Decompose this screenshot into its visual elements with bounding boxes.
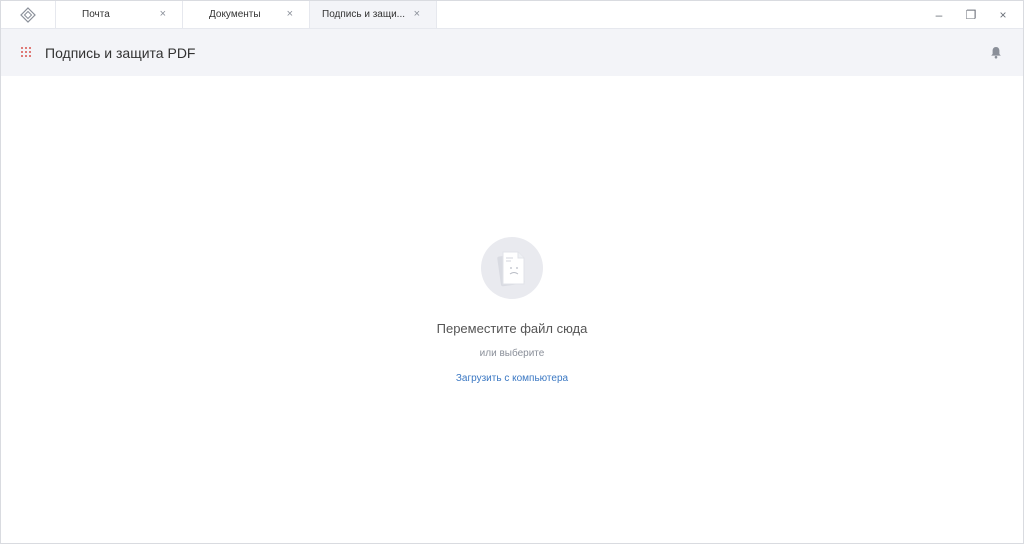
tab-documents[interactable]: Документы × xyxy=(183,1,310,28)
tab-close-icon[interactable]: × xyxy=(414,9,420,20)
window-controls: – ❐ × xyxy=(923,1,1023,28)
tab-label: Почта xyxy=(82,9,110,20)
app-header: Подпись и защита PDF xyxy=(1,29,1023,76)
page-title: Подпись и защита PDF xyxy=(45,44,196,61)
tab-close-icon[interactable]: × xyxy=(287,9,293,20)
title-bar-drag-area[interactable] xyxy=(437,1,923,28)
drop-file-title: Переместите файл сюда xyxy=(436,321,588,336)
restore-button[interactable]: ❐ xyxy=(955,1,987,29)
upload-from-computer-link[interactable]: Загрузить с компьютера xyxy=(456,373,568,384)
notifications-bell-icon[interactable] xyxy=(989,46,1003,60)
drop-zone[interactable]: Переместите файл сюда или выберите Загру… xyxy=(1,77,1023,543)
app-window: Почта × Документы × Подпись и защи... × … xyxy=(0,0,1024,544)
app-logo-icon[interactable] xyxy=(1,1,56,28)
title-bar: Почта × Документы × Подпись и защи... × … xyxy=(1,1,1023,29)
drop-or-text: или выберите xyxy=(479,348,545,359)
tab-mail[interactable]: Почта × xyxy=(56,1,183,28)
apps-grid-icon[interactable] xyxy=(21,46,33,59)
empty-document-icon xyxy=(481,237,543,299)
tab-close-icon[interactable]: × xyxy=(160,9,166,20)
minimize-button[interactable]: – xyxy=(923,1,955,29)
tab-label: Подпись и защи... xyxy=(322,9,406,20)
tab-sign-protect-pdf[interactable]: Подпись и защи... × xyxy=(310,1,437,28)
close-window-button[interactable]: × xyxy=(987,1,1019,29)
tab-label: Документы xyxy=(209,9,261,20)
